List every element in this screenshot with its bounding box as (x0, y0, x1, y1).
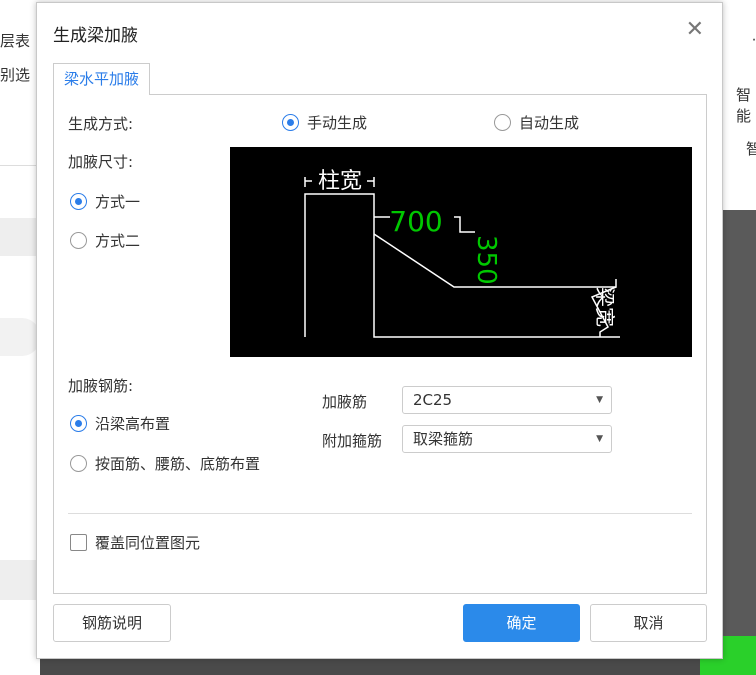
overwrite-checkbox[interactable]: 覆盖同位置图元 (70, 532, 200, 553)
generate-beam-haunch-dialog: 生成梁加腋 ✕ 梁水平加腋 生成方式: 手动生成 自动生成 加腋尺寸: 方式一 … (36, 2, 723, 659)
close-icon[interactable]: ✕ (686, 17, 704, 42)
length-dimension: 700 (389, 205, 442, 238)
radio-method-2[interactable]: 方式二 (70, 230, 140, 251)
chevron-down-icon: ▼ (596, 434, 603, 444)
dialog-title: 生成梁加腋 (53, 26, 138, 46)
stirrup-label: 附加箍筋 (322, 432, 383, 450)
size-label: 加腋尺寸: (68, 153, 134, 171)
background-left-panel: 层表 别选 (0, 0, 40, 675)
chevron-down-icon: ▼ (596, 395, 603, 405)
ok-button[interactable]: 确定 (463, 604, 580, 642)
rebar-help-button[interactable]: 钢筋说明 (53, 604, 171, 642)
haunch-bar-label: 加腋筋 (322, 393, 368, 411)
radio-method-1[interactable]: 方式一 (70, 191, 140, 212)
col-width-label: 柱宽 (318, 169, 362, 194)
mode-label: 生成方式: (68, 115, 134, 133)
radio-manual[interactable]: 手动生成 (282, 112, 367, 133)
cad-canvas[interactable] (722, 210, 756, 640)
haunch-diagram: 柱宽 700 350 梁宽 (230, 147, 692, 357)
divider (68, 513, 692, 514)
haunch-bar-select[interactable]: 2C25 ▼ (402, 386, 612, 414)
radio-along-beam-height[interactable]: 沿梁高布置 (70, 413, 170, 434)
bg-item: 层表 (0, 32, 31, 50)
bg-item: 别选 (0, 66, 31, 84)
tab-panel: 生成方式: 手动生成 自动生成 加腋尺寸: 方式一 方式二 柱宽 700 350… (53, 94, 707, 594)
stirrup-select[interactable]: 取梁箍筋 ▼ (402, 425, 612, 453)
beam-width-label: 梁宽 (593, 287, 617, 327)
cancel-button[interactable]: 取消 (590, 604, 707, 642)
rebar-label: 加腋钢筋: (68, 377, 134, 395)
height-dimension: 350 (471, 235, 501, 285)
tab-beam-horizontal-haunch[interactable]: 梁水平加腋 (53, 63, 151, 95)
radio-by-bars[interactable]: 按面筋、腰筋、底筋布置 (70, 453, 260, 474)
radio-auto[interactable]: 自动生成 (494, 112, 579, 133)
